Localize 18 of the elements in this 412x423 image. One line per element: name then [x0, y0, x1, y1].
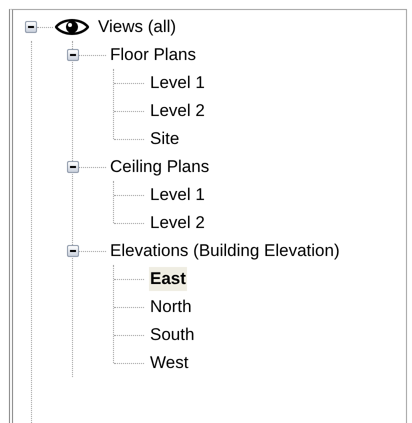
- tree-item[interactable]: Ceiling Plans: [110, 155, 210, 179]
- tree-item[interactable]: Level 1: [149, 71, 206, 95]
- tree-item[interactable]: South: [149, 323, 196, 347]
- collapse-toggle[interactable]: [67, 245, 79, 257]
- tree-item[interactable]: West: [149, 351, 190, 375]
- collapse-toggle[interactable]: [67, 161, 79, 173]
- tree-item[interactable]: Elevations (Building Elevation): [110, 239, 340, 263]
- tree-item[interactable]: Site: [149, 127, 180, 151]
- tree-item[interactable]: Level 1: [149, 183, 206, 207]
- tree-item[interactable]: Level 2: [149, 99, 206, 123]
- tree-item[interactable]: Level 2: [149, 211, 206, 235]
- tree-item[interactable]: Floor Plans: [110, 43, 196, 67]
- collapse-toggle[interactable]: [67, 49, 79, 61]
- tree-item[interactable]: Views (all): [98, 15, 176, 39]
- collapse-toggle[interactable]: [25, 21, 37, 33]
- tree-item[interactable]: North: [149, 295, 193, 319]
- eye-icon: [55, 18, 89, 36]
- tree-item[interactable]: East: [149, 267, 187, 291]
